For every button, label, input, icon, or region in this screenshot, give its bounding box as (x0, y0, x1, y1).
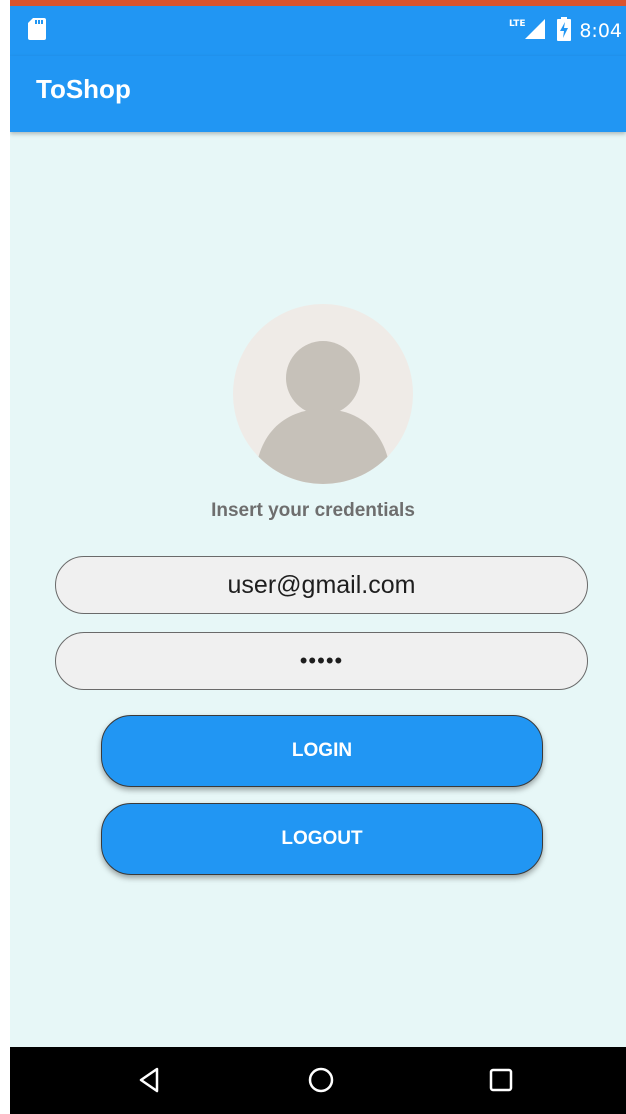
logout-button[interactable]: LOGOUT (101, 803, 543, 875)
app-bar: ToShop (10, 56, 626, 132)
credentials-prompt: Insert your credentials (211, 500, 415, 521)
home-icon[interactable] (306, 1065, 336, 1095)
password-field[interactable]: ••••• (55, 632, 588, 690)
status-time: 8:04 (579, 20, 622, 42)
screen: LTE 8:04 ToShop Insert your credentials … (10, 0, 626, 1114)
battery-charging-icon (557, 16, 572, 46)
login-button[interactable]: LOGIN (101, 715, 543, 787)
app-title: ToShop (36, 74, 131, 104)
lte-label: LTE (509, 19, 526, 29)
back-icon[interactable] (135, 1065, 165, 1095)
status-icons: LTE 8:04 (509, 14, 622, 48)
recents-icon[interactable] (486, 1065, 516, 1095)
avatar (233, 304, 413, 484)
status-bar: LTE 8:04 (10, 6, 626, 56)
person-icon (255, 341, 391, 484)
email-field[interactable]: user@gmail.com (55, 556, 588, 614)
sd-card-icon (28, 18, 46, 45)
navigation-bar (10, 1047, 626, 1114)
lte-signal-icon: LTE (509, 17, 549, 46)
